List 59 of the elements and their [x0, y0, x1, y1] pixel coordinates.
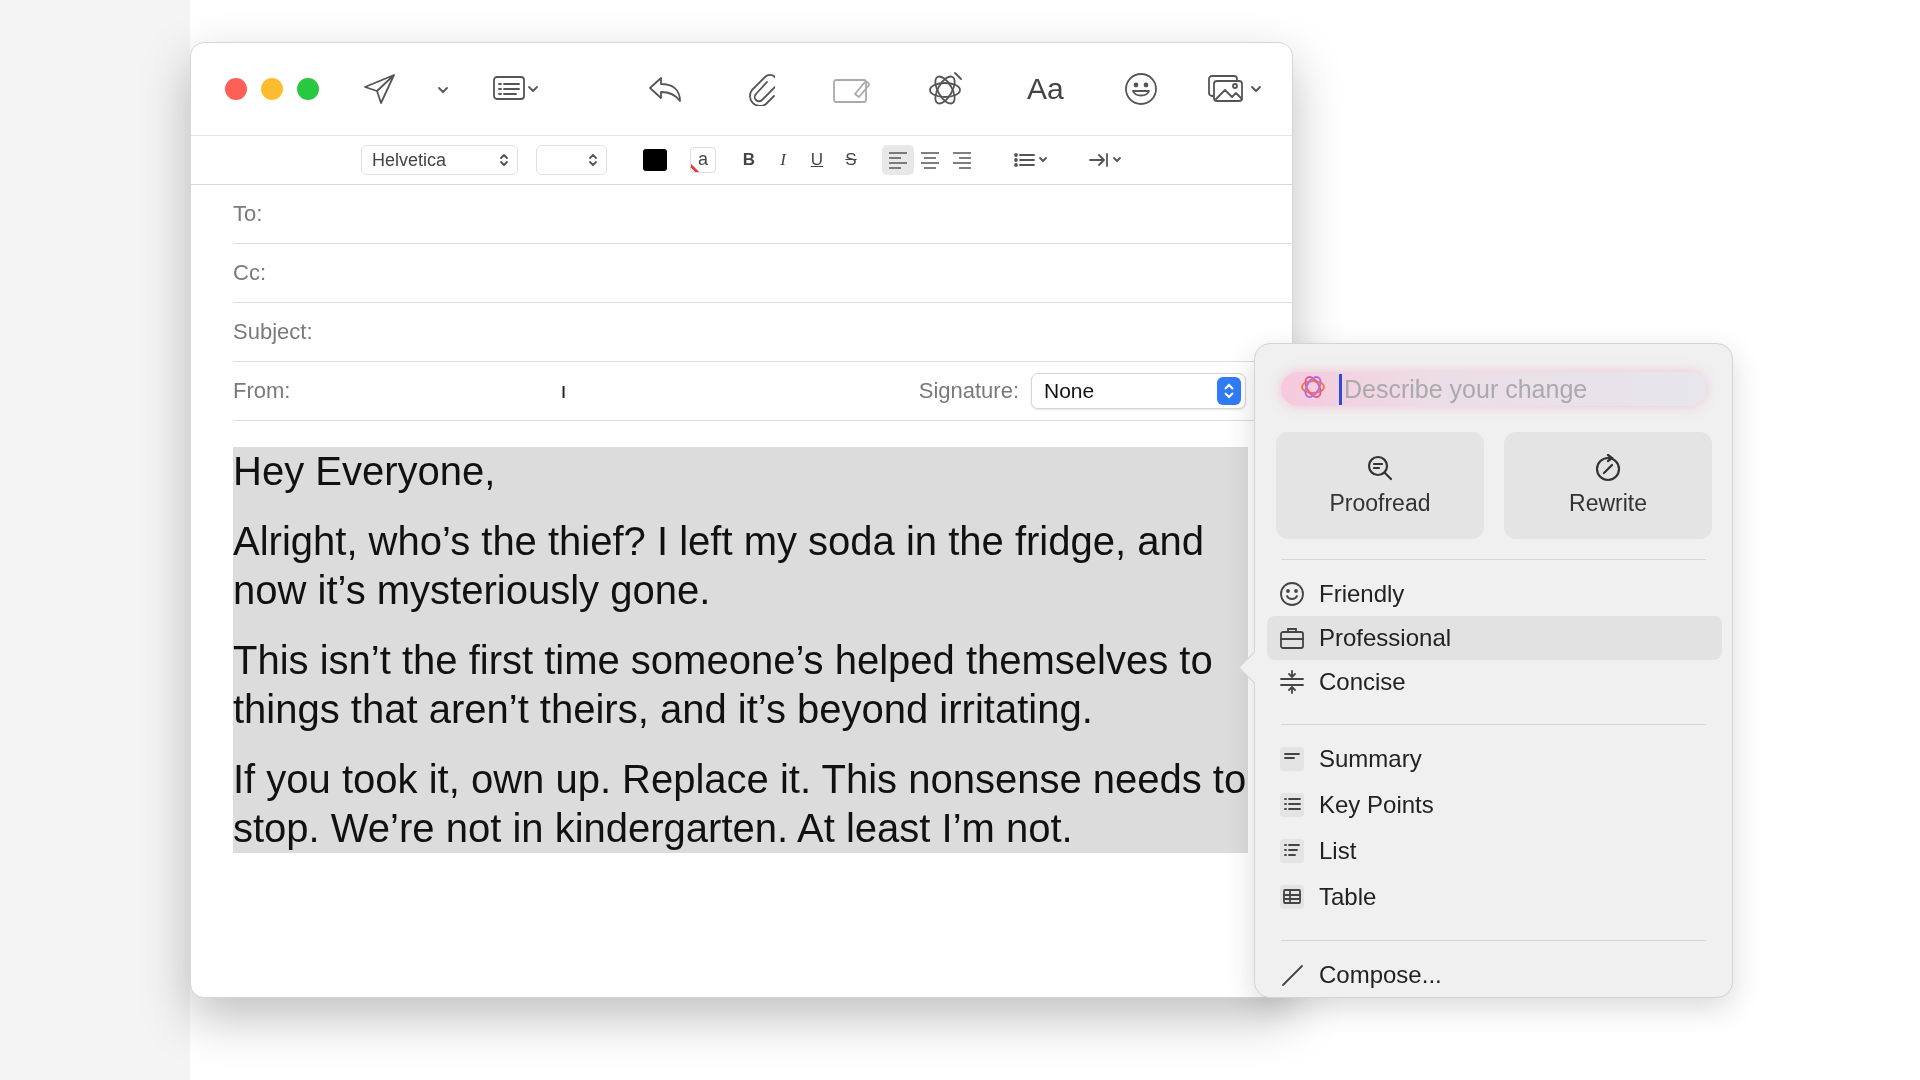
chevron-icon[interactable]: [437, 84, 449, 94]
body-paragraph: Alright, who’s the thief? I left my soda in the fridge, and now it’s mysteriously gone.: [233, 517, 1248, 636]
summary-icon: [1279, 746, 1305, 773]
signature-label: Signature:: [918, 378, 1019, 404]
menu-item[interactable]: Compose...: [1267, 953, 1722, 997]
strikethrough-button[interactable]: S: [840, 150, 862, 170]
writing-tools-icon[interactable]: [927, 71, 965, 107]
align-center-icon: [920, 150, 940, 170]
font-select[interactable]: Helvetica: [361, 145, 518, 175]
menu-item[interactable]: Professional: [1267, 615, 1722, 660]
smiley-icon: [1279, 580, 1305, 607]
search-icon: [1366, 454, 1394, 483]
close-button[interactable]: [225, 78, 247, 100]
signature-select[interactable]: None: [1031, 373, 1246, 409]
highlight-button[interactable]: a: [690, 147, 716, 173]
pencil-icon: [1279, 962, 1305, 988]
stepper-icon: [588, 152, 598, 168]
menu-item[interactable]: Concise: [1267, 659, 1722, 704]
font-button[interactable]: Aa: [1023, 72, 1068, 106]
body-paragraph: This isn’t the first time someone’s helped themselves to things that aren’t theirs, and it’s beyond irritating.: [233, 636, 1248, 755]
menu-item[interactable]: Friendly: [1267, 571, 1722, 616]
indent-icon[interactable]: [1088, 152, 1124, 168]
body-paragraph: Hey Everyone,: [233, 447, 1248, 517]
field-value[interactable]: ı: [560, 378, 567, 404]
send-icon[interactable]: [363, 73, 397, 105]
bold-button[interactable]: B: [738, 150, 760, 170]
underline-button[interactable]: U: [806, 150, 828, 170]
rewrite-button[interactable]: Rewrite: [1504, 432, 1712, 540]
key-points-icon: [1279, 792, 1305, 819]
italic-button[interactable]: I: [772, 150, 794, 170]
proofread-button[interactable]: Proofread: [1276, 432, 1484, 540]
field-label: To:: [233, 201, 263, 227]
menu-item[interactable]: Table: [1267, 874, 1722, 921]
body-paragraph: If you took it, own up. Replace it. This nonsense needs to stop. We’re not in kindergarten. At least I’m not.: [233, 755, 1248, 853]
field-label: Cc:: [233, 260, 266, 286]
table-icon: [1279, 884, 1305, 911]
menu-item[interactable]: Summary: [1267, 736, 1722, 783]
field-label: Subject:: [233, 319, 313, 345]
field-label: From:: [233, 378, 291, 404]
paperclip-icon[interactable]: [747, 72, 775, 106]
align-left-button[interactable]: [882, 145, 914, 175]
size-select[interactable]: [536, 145, 607, 175]
prompt-field[interactable]: Describe your change: [1281, 372, 1706, 407]
list-icon: [1279, 838, 1305, 865]
dial-icon: [1594, 454, 1622, 483]
align-left-icon: [888, 150, 908, 170]
header-fields-icon[interactable]: [493, 75, 539, 103]
photo-icon[interactable]: [1207, 74, 1264, 104]
align-right-icon: [952, 150, 972, 170]
reply-icon[interactable]: [647, 74, 683, 104]
stepper-icon: [1217, 377, 1241, 405]
menu-item[interactable]: Key Points: [1267, 782, 1722, 829]
list-icon[interactable]: [1014, 152, 1050, 168]
stepper-icon: [499, 152, 509, 168]
emoji-icon[interactable]: [1123, 72, 1158, 106]
menu-item[interactable]: List: [1267, 828, 1722, 875]
color-swatch[interactable]: [643, 149, 667, 171]
font-name: Helvetica: [372, 149, 447, 171]
compress-icon: [1279, 668, 1305, 695]
